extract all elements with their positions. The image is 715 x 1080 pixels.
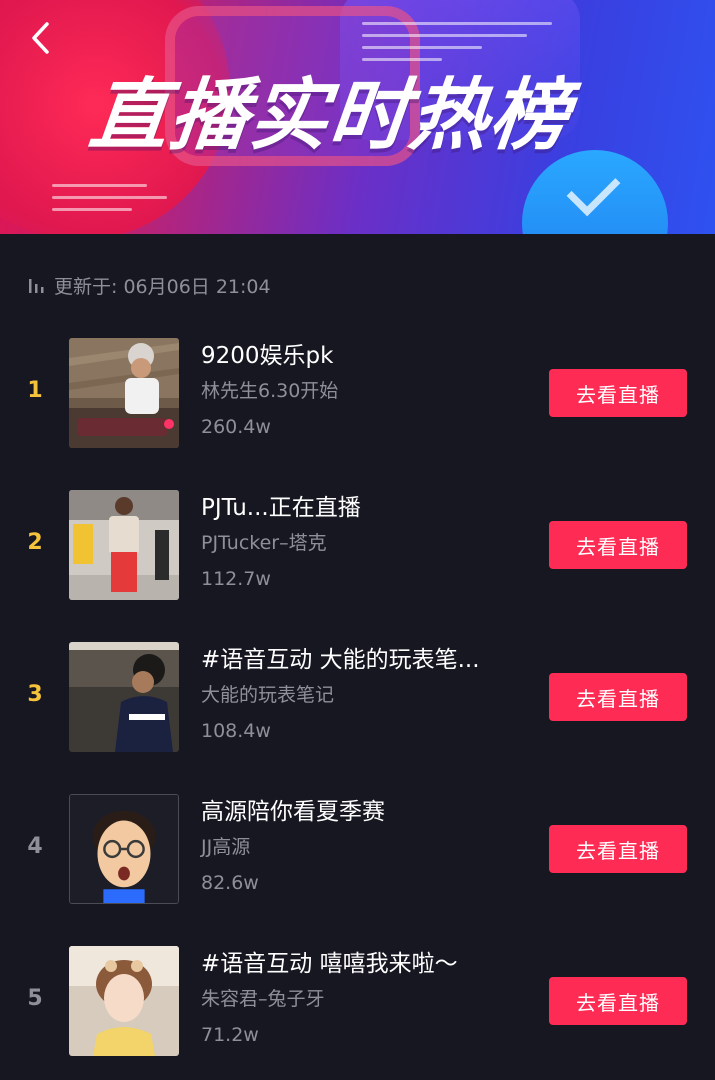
banner-stripes <box>362 22 552 61</box>
watch-live-button[interactable]: 去看直播 <box>549 825 687 873</box>
watch-live-button[interactable]: 去看直播 <box>549 369 687 417</box>
host-name: 朱容君–兔子牙 <box>201 988 325 1010</box>
list-item[interactable]: 1 9200娱乐pk 林先生6.30开始 260.4w 去看直播 <box>0 318 715 470</box>
banner-stripes <box>52 184 167 211</box>
viewer-count: 82.6w <box>201 872 259 894</box>
stream-info: PJTu...正在直播 PJTucker–塔克 112.7w <box>201 492 531 593</box>
page-title: 直播实时热榜 <box>85 71 575 161</box>
stream-title: #语音互动 大能的玩表笔... <box>201 647 480 673</box>
watch-live-button[interactable]: 去看直播 <box>549 977 687 1025</box>
ranking-list: 1 9200娱乐pk 林先生6.30开始 260.4w 去看直播 2 PJTu.… <box>0 318 715 1078</box>
back-button[interactable] <box>22 18 62 58</box>
list-item[interactable]: 4 高源陪你看夏季赛 JJ高源 82.6w 去看直播 <box>0 774 715 926</box>
stream-title: 高源陪你看夏季赛 <box>201 799 385 825</box>
list-item[interactable]: 3 #语音互动 大能的玩表笔... 大能的玩表笔记 108.4w 去看直播 <box>0 622 715 774</box>
stream-info: 高源陪你看夏季赛 JJ高源 82.6w <box>201 796 531 897</box>
rank-number: 3 <box>27 682 43 707</box>
host-name: PJTucker–塔克 <box>201 532 327 554</box>
rank-number: 1 <box>27 378 43 403</box>
viewer-count: 71.2w <box>201 1024 259 1046</box>
host-name: 林先生6.30开始 <box>201 380 339 402</box>
stream-thumbnail[interactable] <box>69 490 179 600</box>
chevron-left-icon <box>32 22 49 54</box>
viewer-count: 112.7w <box>201 568 271 590</box>
host-name: 大能的玩表笔记 <box>201 684 335 706</box>
rank-number: 2 <box>27 530 43 555</box>
header-banner: 直播实时热榜 <box>0 0 715 234</box>
rank-number: 4 <box>27 834 43 859</box>
stream-title: 9200娱乐pk <box>201 343 334 369</box>
rank-number: 5 <box>27 986 43 1011</box>
stream-title: #语音互动 嘻嘻我来啦～ <box>201 951 458 977</box>
stream-thumbnail[interactable] <box>69 642 179 752</box>
stream-thumbnail[interactable] <box>69 946 179 1056</box>
watch-live-button[interactable]: 去看直播 <box>549 673 687 721</box>
stream-info: #语音互动 大能的玩表笔... 大能的玩表笔记 108.4w <box>201 644 531 745</box>
bar-chart-icon <box>28 276 46 294</box>
stream-thumbnail[interactable] <box>69 794 179 904</box>
stream-info: 9200娱乐pk 林先生6.30开始 260.4w <box>201 340 531 441</box>
update-time-label: 更新于: 06月06日 21:04 <box>54 275 271 298</box>
host-name: JJ高源 <box>201 836 251 858</box>
watch-live-button[interactable]: 去看直播 <box>549 521 687 569</box>
stream-title: PJTu...正在直播 <box>201 495 361 521</box>
viewer-count: 108.4w <box>201 720 271 742</box>
stream-thumbnail[interactable] <box>69 338 179 448</box>
list-item[interactable]: 5 #语音互动 嘻嘻我来啦～ 朱容君–兔子牙 71.2w 去看直播 <box>0 926 715 1078</box>
viewer-count: 260.4w <box>201 416 271 438</box>
list-item[interactable]: 2 PJTu...正在直播 PJTucker–塔克 112.7w 去看直播 <box>0 470 715 622</box>
update-time: 更新于: 06月06日 21:04 <box>28 270 271 300</box>
stream-info: #语音互动 嘻嘻我来啦～ 朱容君–兔子牙 71.2w <box>201 948 531 1049</box>
